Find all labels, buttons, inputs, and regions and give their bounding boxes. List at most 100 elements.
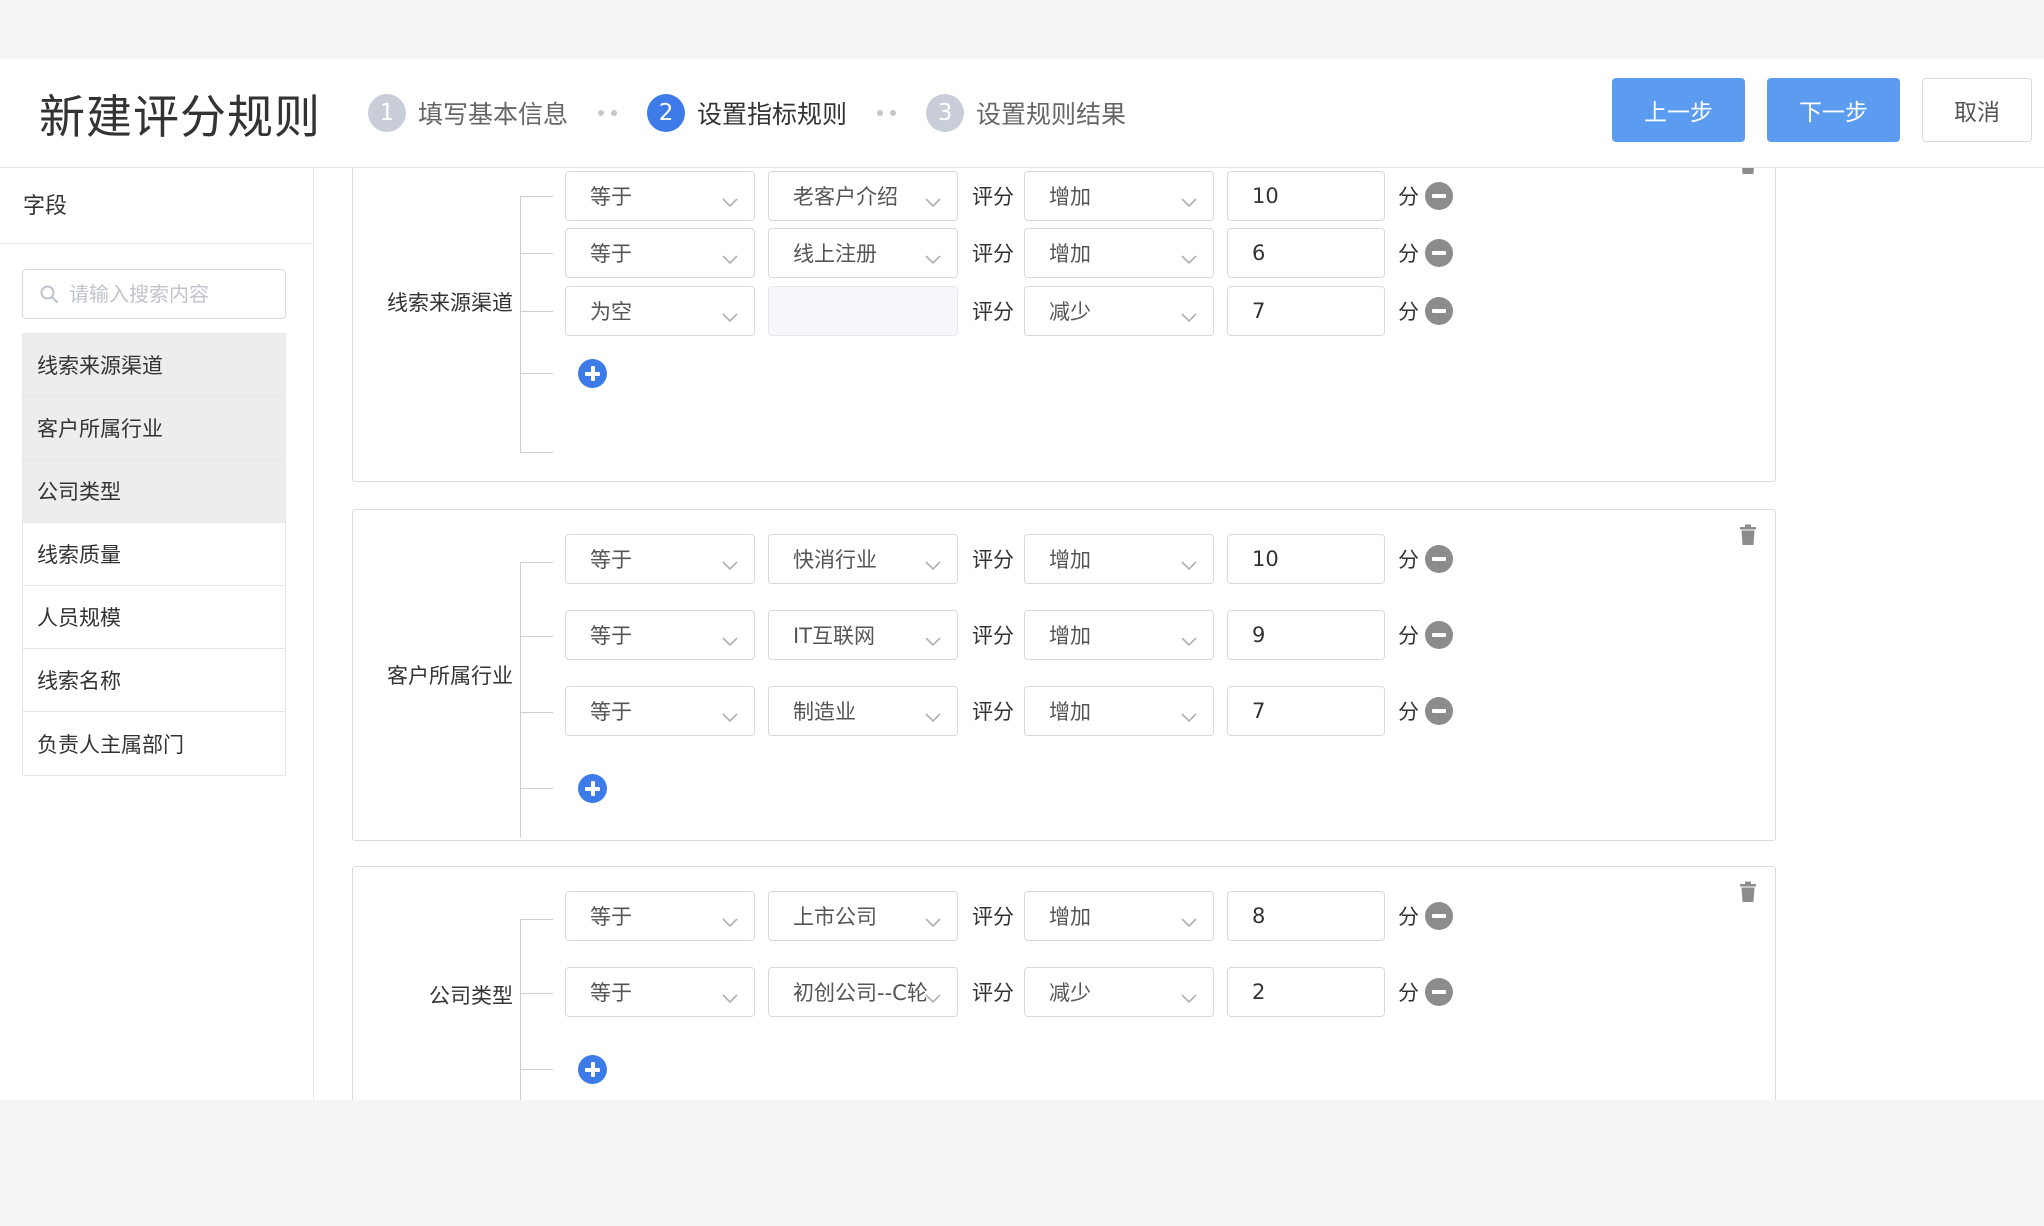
value-select[interactable]: IT互联网 — [768, 610, 958, 660]
chevron-down-icon — [1181, 985, 1197, 1009]
remove-rule-button[interactable] — [1425, 978, 1453, 1006]
bracket-line — [520, 1069, 553, 1070]
value-text: 上市公司 — [793, 905, 877, 929]
operator-select[interactable]: 等于 — [565, 686, 755, 736]
field-item-lead-quality[interactable]: 线索质量 — [23, 523, 285, 586]
action-value: 增加 — [1049, 242, 1091, 266]
action-select[interactable]: 减少 — [1024, 967, 1214, 1017]
cancel-button[interactable]: 取消 — [1922, 78, 2032, 142]
operator-select[interactable]: 等于 — [565, 610, 755, 660]
add-rule-button[interactable] — [578, 1055, 607, 1084]
field-item-lead-name[interactable]: 线索名称 — [23, 649, 285, 712]
points-input[interactable] — [1227, 534, 1385, 584]
rule-row: 等于 IT互联网 评分 增加 分 — [565, 610, 1453, 660]
action-value: 增加 — [1049, 624, 1091, 648]
value-select[interactable]: 制造业 — [768, 686, 958, 736]
chevron-down-icon — [1181, 304, 1197, 328]
field-item-staff-size[interactable]: 人员规模 — [23, 586, 285, 649]
score-label: 评分 — [972, 624, 1014, 648]
next-step-button[interactable]: 下一步 — [1767, 78, 1900, 142]
rule-row: 等于 初创公司--C轮 评分 减少 分 — [565, 967, 1453, 1017]
action-value: 减少 — [1049, 981, 1091, 1005]
trash-icon[interactable] — [1739, 881, 1757, 907]
operator-select[interactable]: 等于 — [565, 891, 755, 941]
remove-rule-button[interactable] — [1425, 545, 1453, 573]
value-text: 线上注册 — [793, 242, 877, 266]
field-item-company-type[interactable]: 公司类型 — [23, 460, 285, 523]
score-label: 评分 — [972, 981, 1014, 1005]
action-select[interactable]: 增加 — [1024, 686, 1214, 736]
remove-rule-button[interactable] — [1425, 239, 1453, 267]
action-select[interactable]: 增加 — [1024, 171, 1214, 221]
unit-label: 分 — [1398, 981, 1419, 1005]
unit-label: 分 — [1398, 300, 1419, 324]
value-select-disabled — [768, 286, 958, 336]
value-text: 初创公司--C轮 — [793, 981, 928, 1005]
points-input[interactable] — [1227, 286, 1385, 336]
operator-select[interactable]: 为空 — [565, 286, 755, 336]
step-3-label: 设置规则结果 — [976, 100, 1127, 129]
bracket-line — [520, 636, 553, 637]
operator-select[interactable]: 等于 — [565, 534, 755, 584]
operator-select[interactable]: 等于 — [565, 967, 755, 1017]
operator-value: 等于 — [590, 185, 632, 209]
add-rule-button[interactable] — [578, 774, 607, 803]
chevron-down-icon — [1181, 552, 1197, 576]
value-text: IT互联网 — [793, 624, 876, 648]
value-select[interactable]: 快消行业 — [768, 534, 958, 584]
bracket-line — [520, 993, 553, 994]
chevron-down-icon — [925, 985, 941, 1009]
value-select[interactable]: 初创公司--C轮 — [768, 967, 958, 1017]
chevron-down-icon — [925, 246, 941, 270]
points-input[interactable] — [1227, 891, 1385, 941]
field-sidebar: 字段 线索来源渠道 客户所属行业 公司类型 线索质量 人员规模 线索名称 负责人… — [0, 168, 314, 1100]
operator-value: 等于 — [590, 242, 632, 266]
bracket-line — [520, 311, 553, 312]
points-input[interactable] — [1227, 610, 1385, 660]
remove-rule-button[interactable] — [1425, 697, 1453, 725]
field-item-owner-department[interactable]: 负责人主属部门 — [23, 712, 285, 775]
operator-value: 等于 — [590, 548, 632, 572]
field-item-lead-source[interactable]: 线索来源渠道 — [23, 334, 285, 397]
action-select[interactable]: 增加 — [1024, 610, 1214, 660]
value-select[interactable]: 上市公司 — [768, 891, 958, 941]
remove-rule-button[interactable] — [1425, 297, 1453, 325]
points-input[interactable] — [1227, 686, 1385, 736]
remove-rule-button[interactable] — [1425, 182, 1453, 210]
operator-value: 等于 — [590, 700, 632, 724]
chevron-down-icon — [925, 189, 941, 213]
prev-step-button[interactable]: 上一步 — [1612, 78, 1745, 142]
operator-value: 等于 — [590, 905, 632, 929]
score-label: 评分 — [972, 242, 1014, 266]
rule-group-field-label: 线索来源渠道 — [387, 291, 513, 315]
action-select[interactable]: 增加 — [1024, 228, 1214, 278]
value-select[interactable]: 线上注册 — [768, 228, 958, 278]
action-select[interactable]: 增加 — [1024, 534, 1214, 584]
action-select[interactable]: 减少 — [1024, 286, 1214, 336]
action-select[interactable]: 增加 — [1024, 891, 1214, 941]
points-input[interactable] — [1227, 171, 1385, 221]
operator-select[interactable]: 等于 — [565, 228, 755, 278]
field-list: 线索来源渠道 客户所属行业 公司类型 线索质量 人员规模 线索名称 负责人主属部… — [22, 333, 286, 776]
trash-icon[interactable] — [1739, 524, 1757, 550]
add-rule-button[interactable] — [578, 359, 607, 388]
points-input[interactable] — [1227, 967, 1385, 1017]
unit-label: 分 — [1398, 905, 1419, 929]
step-3: 3 设置规则结果 — [926, 94, 1126, 132]
operator-select[interactable]: 等于 — [565, 171, 755, 221]
score-label: 评分 — [972, 700, 1014, 724]
remove-rule-button[interactable] — [1425, 621, 1453, 649]
step-1: 1 填写基本信息 — [368, 94, 568, 132]
rule-row: 等于 制造业 评分 增加 分 — [565, 686, 1453, 736]
points-input[interactable] — [1227, 228, 1385, 278]
remove-rule-button[interactable] — [1425, 902, 1453, 930]
action-value: 增加 — [1049, 185, 1091, 209]
field-item-industry[interactable]: 客户所属行业 — [23, 397, 285, 460]
step-3-number: 3 — [926, 94, 965, 132]
value-select[interactable]: 老客户介绍 — [768, 171, 958, 221]
search-input[interactable] — [69, 282, 269, 306]
trash-icon[interactable] — [1739, 168, 1757, 179]
score-label: 评分 — [972, 548, 1014, 572]
operator-value: 等于 — [590, 981, 632, 1005]
rule-group-card: 公司类型 等于 上市公司 评分 增加 分 等于 初创公司--C轮 评分 减少 分 — [352, 866, 1776, 1100]
